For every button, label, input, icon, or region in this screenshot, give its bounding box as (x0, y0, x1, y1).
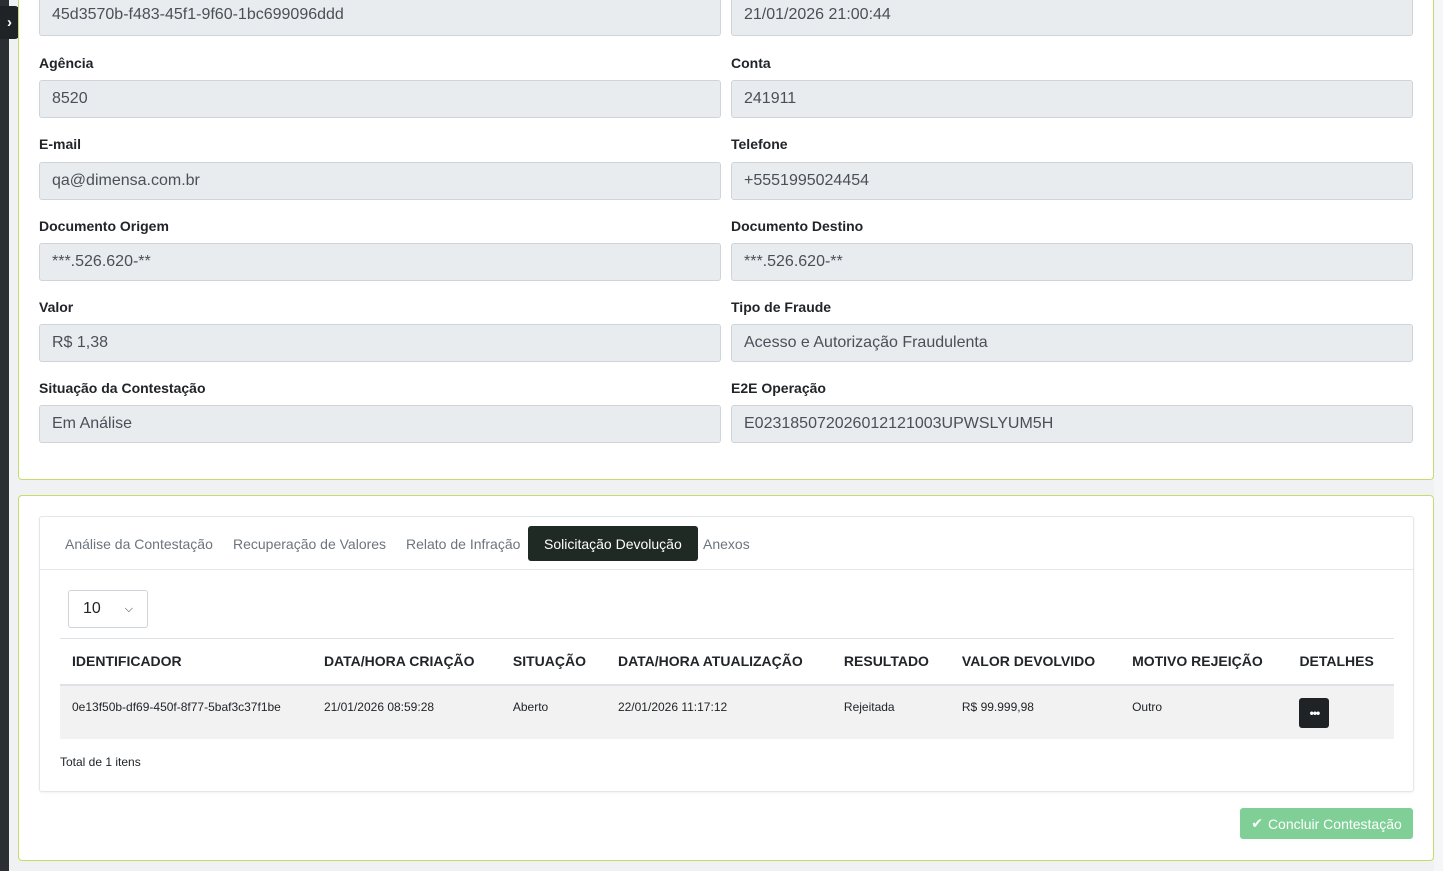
sidebar-toggle-button[interactable]: › (0, 6, 19, 39)
tab-panel: Análise da Contestação Recuperação de Va… (39, 516, 1414, 792)
conta-label: Conta (731, 55, 771, 71)
agencia-label: Agência (39, 55, 94, 71)
col-valor: VALOR DEVOLVIDO (949, 638, 1121, 686)
conta-field: 241911 (731, 80, 1413, 118)
doc-origem-field: ***.526.620-** (39, 243, 721, 281)
tipo-fraude-label: Tipo de Fraude (731, 299, 832, 315)
email-field: qa@dimensa.com.br (39, 162, 721, 200)
tipo-fraude-field: Acesso e Autorização Fraudulenta (731, 324, 1413, 362)
telefone-label: Telefone (731, 136, 788, 152)
cell-criacao: 21/01/2026 08:59:28 (311, 684, 501, 739)
details-button[interactable]: ••• (1299, 697, 1330, 728)
conclude-label: Concluir Contestação (1267, 815, 1402, 832)
cell-motivo: Outro (1120, 684, 1288, 739)
situacao-field: Em Análise (39, 405, 721, 443)
tab-analise[interactable]: Análise da Contestação (49, 526, 229, 561)
telefone-field: +5551995024454 (731, 162, 1413, 200)
cell-atualizacao: 22/01/2026 11:17:12 (605, 684, 832, 739)
tab-anexos[interactable]: Anexos (687, 526, 766, 561)
table-header-row: IDENTIFICADOR DATA/HORA CRIAÇÃO SITUAÇÃO… (60, 638, 1394, 686)
agencia-field: 8520 (39, 80, 721, 118)
col-identificador: IDENTIFICADOR (60, 638, 312, 686)
page-size-value: 10 (83, 600, 101, 617)
col-atualizacao: DATA/HORA ATUALIZAÇÃO (605, 638, 832, 686)
scrollbar-track[interactable] (1434, 0, 1443, 871)
cell-valor: R$ 99.999,98 (949, 684, 1121, 739)
ellipsis-icon: ••• (1309, 705, 1321, 720)
e2e-label: E2E Operação (731, 380, 826, 396)
tab-bar: Análise da Contestação Recuperação de Va… (40, 517, 1413, 570)
contestation-tabs-card: Análise da Contestação Recuperação de Va… (18, 495, 1434, 861)
e2e-field: E023185072026012121003UPWSLYUM5H (731, 405, 1413, 443)
email-label: E-mail (39, 136, 82, 152)
conclude-contestation-button[interactable]: ✔ Concluir Contestação (1240, 808, 1413, 839)
cell-resultado: Rejeitada (831, 684, 950, 739)
total-items: Total de 1 itens (60, 755, 141, 769)
id-field: 45d3570b-f483-45f1-9f60-1bc699096ddd (39, 0, 721, 36)
cell-identificador: 0e13f50b-df69-450f-8f77-5baf3c37f1be (60, 684, 312, 739)
col-situacao: SITUAÇÃO (500, 638, 606, 686)
col-detalhes: DETALHES (1287, 638, 1394, 686)
table-row: 0e13f50b-df69-450f-8f77-5baf3c37f1be 21/… (60, 684, 1394, 739)
doc-destino-label: Documento Destino (731, 218, 864, 234)
left-rail (0, 0, 9, 871)
cell-situacao: Aberto (500, 684, 606, 739)
chevron-right-icon: › (7, 14, 12, 31)
tab-recuperacao[interactable]: Recuperação de Valores (217, 526, 402, 561)
col-resultado: RESULTADO (831, 638, 950, 686)
chevron-down-icon: ⌵ (124, 602, 133, 615)
page-size-select[interactable]: 10 ⌵ (68, 590, 148, 628)
cell-detalhes: ••• (1287, 684, 1394, 739)
valor-field: R$ 1,38 (39, 324, 721, 362)
date-field: 21/01/2026 21:00:44 (731, 0, 1413, 36)
situacao-label: Situação da Contestação (39, 380, 206, 396)
doc-destino-field: ***.526.620-** (731, 243, 1413, 281)
doc-origem-label: Documento Origem (39, 218, 169, 234)
check-icon: ✔ (1251, 815, 1263, 831)
contestation-details-card: 45d3570b-f483-45f1-9f60-1bc699096ddd 21/… (18, 0, 1434, 480)
devolution-table: IDENTIFICADOR DATA/HORA CRIAÇÃO SITUAÇÃO… (60, 638, 1394, 739)
col-motivo: MOTIVO REJEIÇÃO (1120, 638, 1288, 686)
col-criacao: DATA/HORA CRIAÇÃO (311, 638, 501, 686)
tab-relato[interactable]: Relato de Infração (390, 526, 536, 561)
tab-solicitacao-devolucao[interactable]: Solicitação Devolução (528, 526, 698, 561)
valor-label: Valor (39, 299, 74, 315)
